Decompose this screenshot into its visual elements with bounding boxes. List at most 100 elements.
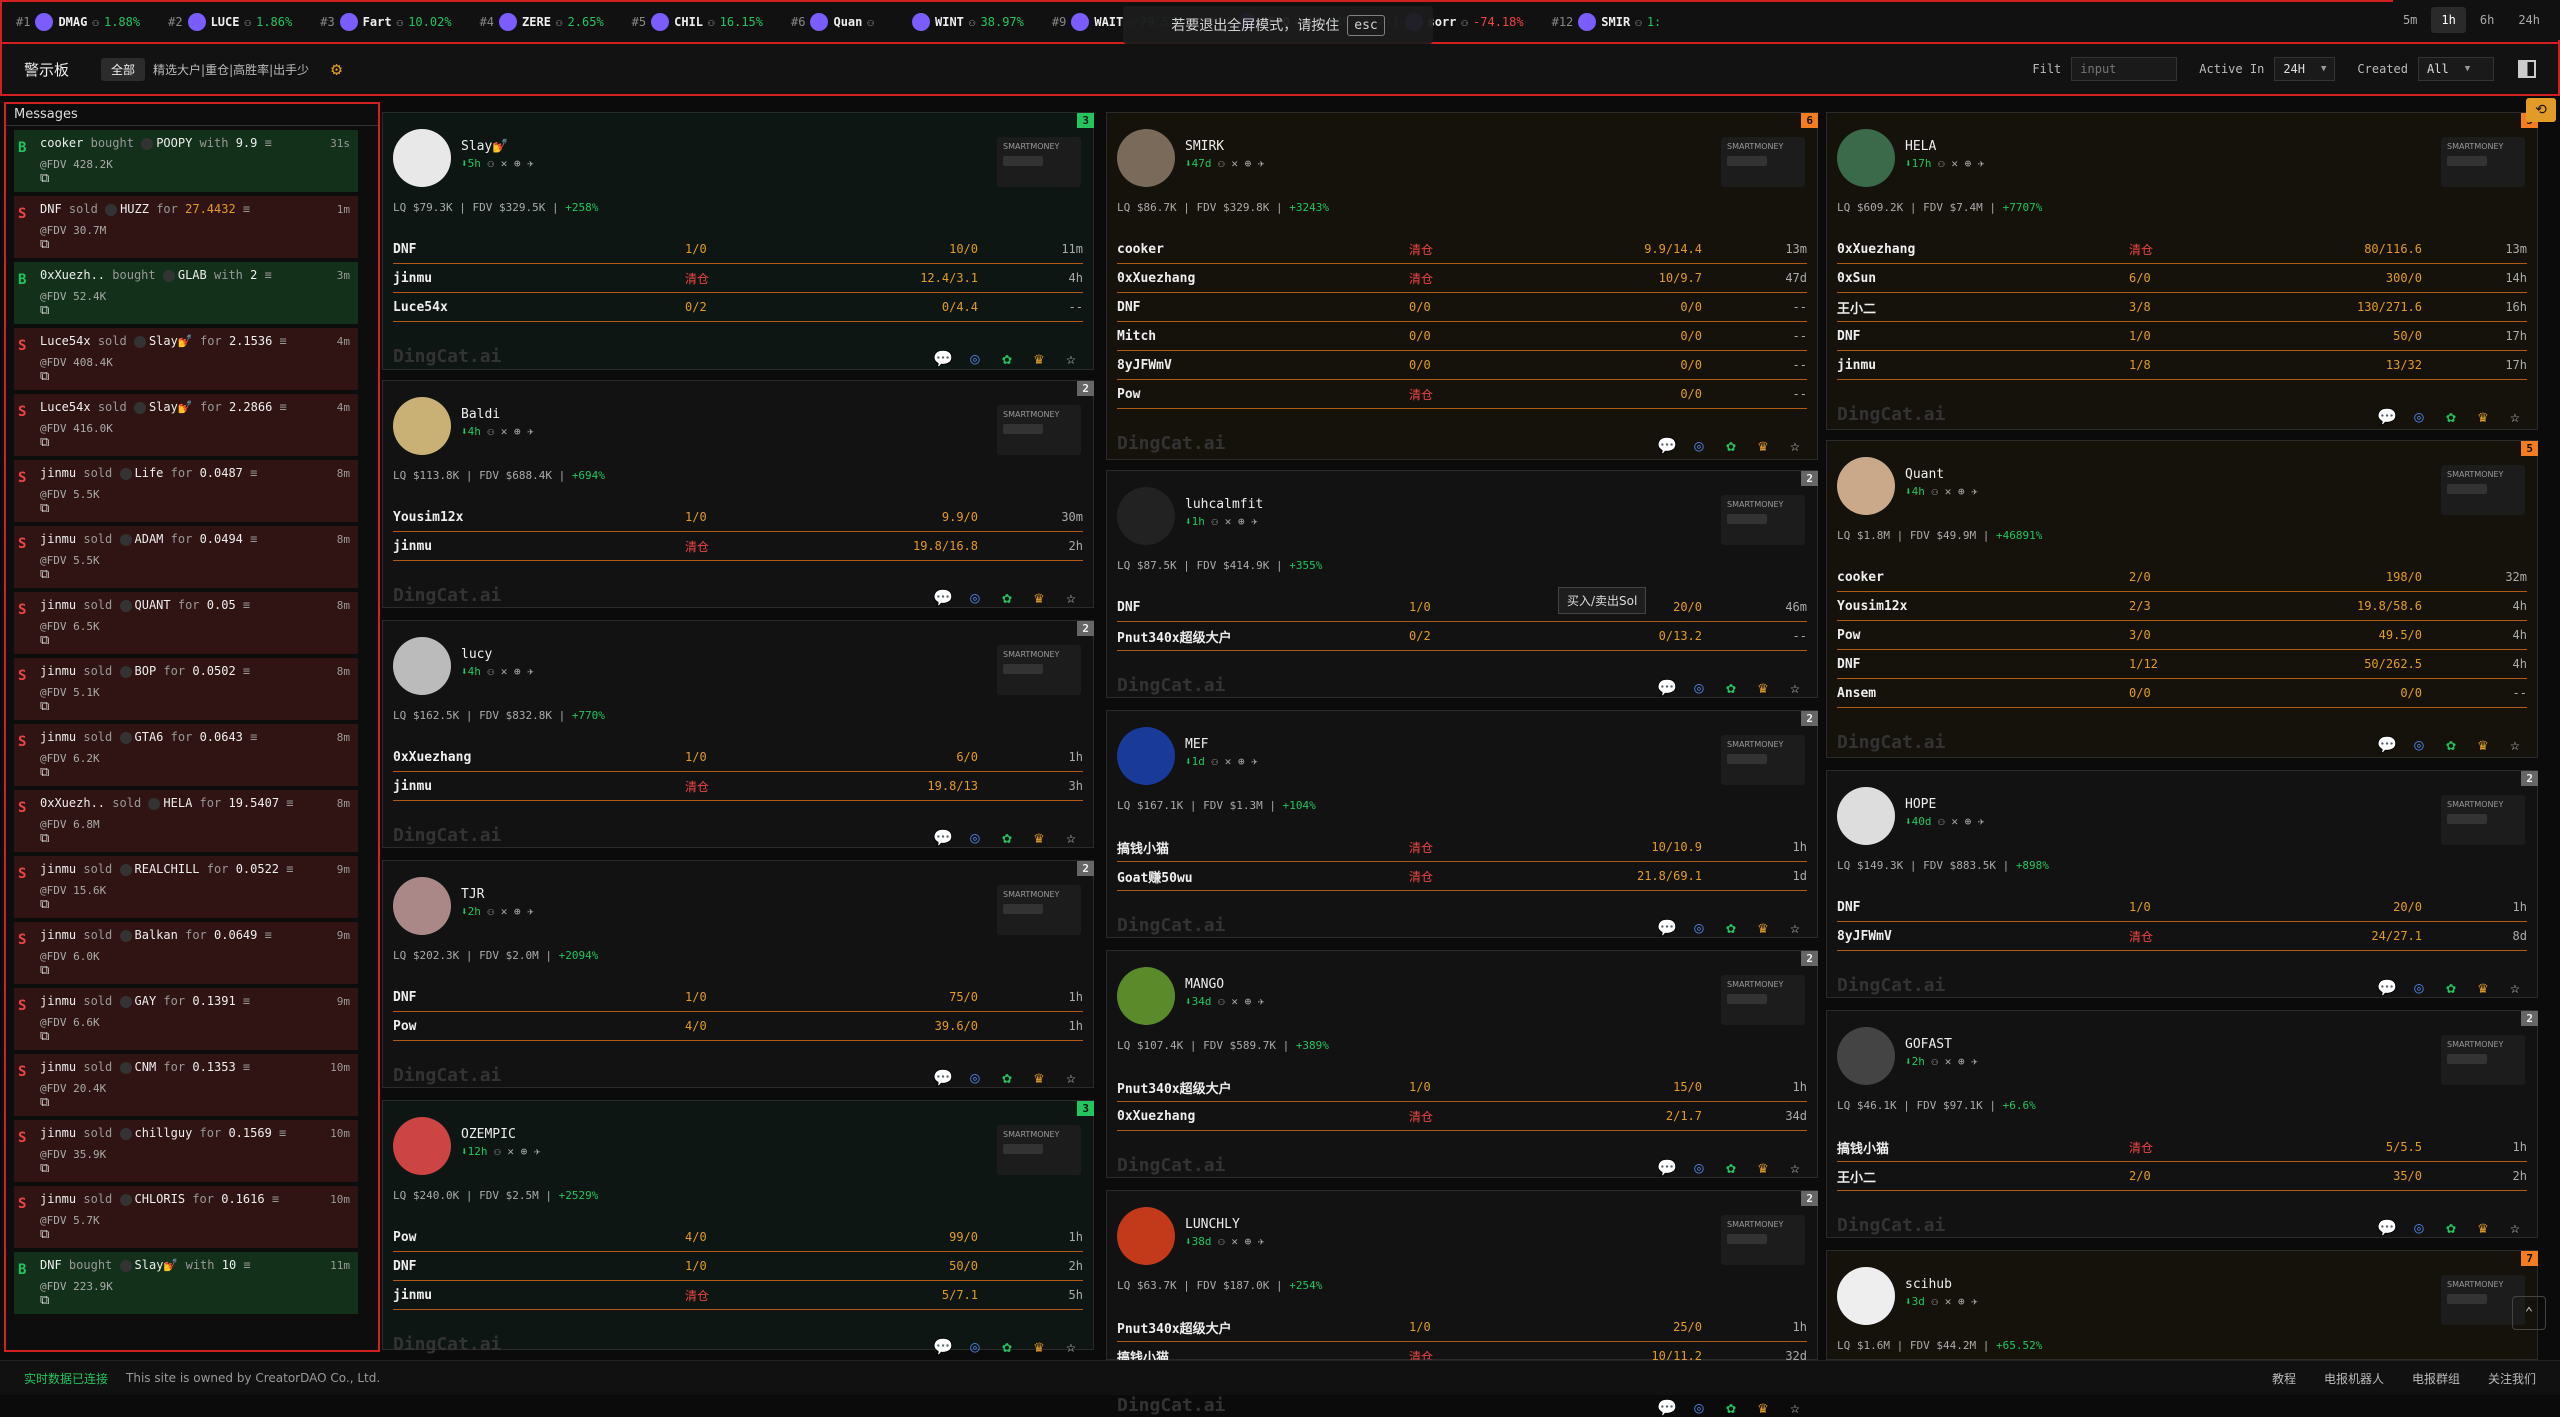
telegram-group-link[interactable]: 电报群组 [2412, 1370, 2460, 1387]
token-name[interactable]: MANGO [1185, 977, 1224, 992]
trader-row[interactable]: 0xXuezhang 清仓 10/9.7 47d [1117, 264, 1807, 293]
social-icons[interactable]: ⚇ ✕ ⊕ ✈ [1925, 1295, 1977, 1308]
filter-all-button[interactable]: 全部 [101, 57, 146, 81]
token-name[interactable]: lucy [461, 647, 492, 662]
social-icons[interactable]: ⚇ ✕ ⊕ ✈ [1205, 755, 1257, 768]
chat-icon[interactable]: 💬 [1657, 677, 1677, 697]
chain-icon[interactable]: ◎ [965, 587, 985, 607]
social-icons[interactable]: ⚇ ✕ ⊕ ✈ [1932, 815, 1984, 828]
frog-icon[interactable]: ✿ [1721, 1157, 1741, 1177]
ticker-item[interactable]: #6 Quan ⚇ [777, 2, 893, 42]
token-name[interactable]: luhcalmfit [1185, 497, 1263, 512]
star-icon[interactable]: ☆ [1785, 677, 1805, 697]
message-item[interactable]: S DNF sold HUZZ for 27.4432 ≡ 1m @FDV 30.7M… [14, 196, 358, 258]
social-icons[interactable]: ⚇ ✕ ⊕ ✈ [1205, 515, 1257, 528]
star-icon[interactable]: ☆ [1785, 435, 1805, 455]
trader-row[interactable]: DNF 0/0 0/0 -- [1117, 293, 1807, 322]
trader-row[interactable]: Yousim12x 1/0 9.9/0 30m [393, 503, 1083, 532]
star-icon[interactable]: ☆ [2505, 406, 2525, 426]
trader-row[interactable]: Goat赚50wu 清仓 21.8/69.1 1d [1117, 862, 1807, 891]
copy-icon[interactable]: ⧉ [40, 633, 49, 648]
trader-row[interactable]: Mitch 0/0 0/0 -- [1117, 322, 1807, 351]
copy-icon[interactable]: ⧉ [40, 963, 49, 978]
copy-icon[interactable]: ⧉ [40, 369, 49, 384]
ticker-item[interactable]: #1 DMAG ⚇ 1.88% [2, 2, 154, 42]
frog-icon[interactable]: ✿ [1721, 435, 1741, 455]
frog-icon[interactable]: ✿ [997, 1067, 1017, 1087]
message-item[interactable]: Sjinmu sold chillguy for 0.1569 ≡ 10m @FDV… [14, 1120, 358, 1182]
timeframe-24h[interactable]: 24h [2508, 7, 2550, 33]
message-item[interactable]: Sjinmu sold ADAM for 0.0494 ≡ 8m @FDV 5.5K… [14, 526, 358, 588]
token-name[interactable]: HOPE [1905, 797, 1936, 812]
copy-icon[interactable]: ⧉ [40, 1293, 49, 1308]
active-in-select[interactable]: 24H ▼ [2274, 57, 2336, 81]
trader-row[interactable]: DNF 1/0 50/0 2h [393, 1252, 1083, 1281]
token-card[interactable]: 3 Slay💅 ⬇5h ⚇ ✕ ⊕ ✈ SMARTMONEY LQ $79.3K | F… [382, 112, 1094, 370]
message-item[interactable]: S Luce54x sold Slay💅 for 2.1536 ≡ 4m @FDV 4… [14, 328, 358, 390]
gem-icon[interactable]: ♛ [1029, 1067, 1049, 1087]
star-icon[interactable]: ☆ [2505, 1217, 2525, 1237]
star-icon[interactable]: ☆ [1061, 348, 1081, 368]
copy-icon[interactable]: ⧉ [40, 699, 49, 714]
token-name[interactable]: LUNCHLY [1185, 1217, 1240, 1232]
social-icons[interactable]: ⚇ ✕ ⊕ ✈ [1925, 1055, 1977, 1068]
history-icon[interactable]: ⟲ [2526, 98, 2556, 122]
copy-icon[interactable]: ⧉ [40, 1095, 49, 1110]
star-icon[interactable]: ☆ [1061, 827, 1081, 847]
token-card[interactable]: 3 OZEMPIC ⬇12h ⚇ ✕ ⊕ ✈ SMARTMONEY LQ $240.0K… [382, 1100, 1094, 1356]
star-icon[interactable]: ☆ [1785, 1397, 1805, 1417]
trader-row[interactable]: 0xXuezhang 清仓 80/116.6 13m [1837, 235, 2527, 264]
trader-row[interactable]: DNF 1/0 20/0 46m [1117, 593, 1807, 622]
chat-icon[interactable]: 💬 [2377, 734, 2397, 754]
message-item[interactable]: S Luce54x sold Slay💅 for 2.2866 ≡ 4m @FDV 4… [14, 394, 358, 456]
message-item[interactable]: Sjinmu sold BOP for 0.0502 ≡ 8m @FDV 5.1K … [14, 658, 358, 720]
token-name[interactable]: GOFAST [1905, 1037, 1952, 1052]
trader-row[interactable]: Pnut340x超级大户 0/2 0/13.2 -- [1117, 622, 1807, 651]
token-card[interactable]: 2 lucy ⬇4h ⚇ ✕ ⊕ ✈ SMARTMONEY LQ $162.5K | F… [382, 620, 1094, 848]
trader-row[interactable]: Pow 4/0 99/0 1h [393, 1223, 1083, 1252]
trader-row[interactable]: Ansem 0/0 0/0 -- [1837, 679, 2527, 708]
frog-icon[interactable]: ✿ [2441, 977, 2461, 997]
copy-icon[interactable]: ⧉ [40, 567, 49, 582]
message-item[interactable]: Bcooker bought POOPY with 9.9 ≡ 31s @FDV 4… [14, 130, 358, 192]
chain-icon[interactable]: ◎ [1689, 917, 1709, 937]
token-name[interactable]: SMIRK [1185, 139, 1224, 154]
copy-icon[interactable]: ⧉ [40, 1227, 49, 1242]
token-card[interactable]: 2 MEF ⬇1d ⚇ ✕ ⊕ ✈ SMARTMONEY LQ $167.1K | FD… [1106, 710, 1818, 938]
chain-icon[interactable]: ◎ [1689, 677, 1709, 697]
star-icon[interactable]: ☆ [2505, 977, 2525, 997]
token-card[interactable]: 2 TJR ⬇2h ⚇ ✕ ⊕ ✈ SMARTMONEY LQ $202.3K | FD… [382, 860, 1094, 1088]
trader-row[interactable]: 搞钱小猫 清仓 10/10.9 1h [1117, 833, 1807, 862]
social-icons[interactable]: ⚇ ✕ ⊕ ✈ [1212, 1235, 1264, 1248]
trader-row[interactable]: DNF 1/12 50/262.5 4h [1837, 650, 2527, 679]
star-icon[interactable]: ☆ [2505, 734, 2525, 754]
token-name[interactable]: HELA [1905, 139, 1936, 154]
trader-row[interactable]: 搞钱小猫 清仓 5/5.5 1h [1837, 1133, 2527, 1162]
filter-tags[interactable]: 精选大户|重仓|高胜率|出手少 [153, 61, 309, 78]
trader-row[interactable]: 王小二 3/8 130/271.6 16h [1837, 293, 2527, 322]
token-name[interactable]: Slay💅 [461, 139, 509, 154]
message-item[interactable]: Sjinmu sold Life for 0.0487 ≡ 8m @FDV 5.5K… [14, 460, 358, 522]
chat-icon[interactable]: 💬 [2377, 1217, 2397, 1237]
message-item[interactable]: Sjinmu sold GAY for 0.1391 ≡ 9m @FDV 6.6K … [14, 988, 358, 1050]
frog-icon[interactable]: ✿ [1721, 917, 1741, 937]
telegram-bot-link[interactable]: 电报机器人 [2324, 1370, 2384, 1387]
trader-row[interactable]: Yousim12x 2/3 19.8/58.6 4h [1837, 592, 2527, 621]
chain-icon[interactable]: ◎ [1689, 1157, 1709, 1177]
gem-icon[interactable]: ♛ [2473, 977, 2493, 997]
chain-icon[interactable]: ◎ [2409, 977, 2429, 997]
ticker-item[interactable]: #2 LUCE ⚇ 1.86% [154, 2, 306, 42]
chat-icon[interactable]: 💬 [933, 1336, 953, 1356]
chain-icon[interactable]: ◎ [965, 1067, 985, 1087]
gem-icon[interactable]: ♛ [2473, 734, 2493, 754]
frog-icon[interactable]: ✿ [997, 827, 1017, 847]
star-icon[interactable]: ☆ [1061, 587, 1081, 607]
star-icon[interactable]: ☆ [1061, 1067, 1081, 1087]
chain-icon[interactable]: ◎ [965, 827, 985, 847]
gem-icon[interactable]: ♛ [1753, 435, 1773, 455]
follow-us-link[interactable]: 关注我们 [2488, 1370, 2536, 1387]
star-icon[interactable]: ☆ [1785, 917, 1805, 937]
social-icons[interactable]: ⚇ ✕ ⊕ ✈ [481, 665, 533, 678]
copy-icon[interactable]: ⧉ [40, 237, 49, 252]
trader-row[interactable]: 0xSun 6/0 300/0 14h [1837, 264, 2527, 293]
